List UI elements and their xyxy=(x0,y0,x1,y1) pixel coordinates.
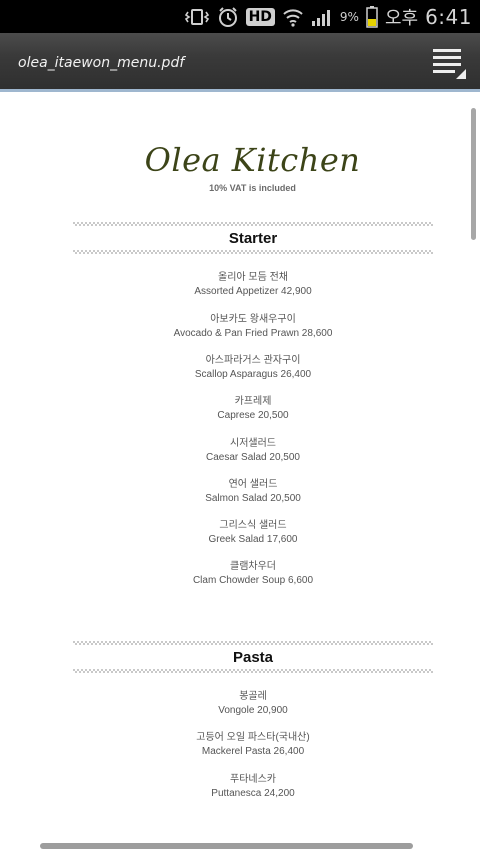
status-bar: HD 9% 오후 6:41 xyxy=(0,0,480,33)
menu-item-english: Vongole 20,900 xyxy=(218,705,288,716)
vibrate-icon xyxy=(184,7,210,27)
menu-item-korean: 연어 샐러드 xyxy=(228,479,278,490)
document-title: olea_itaewon_menu.pdf xyxy=(18,55,185,71)
menu-item: 봉골레 Vongole 20,900 xyxy=(73,690,433,718)
vertical-scrollbar[interactable] xyxy=(471,108,476,240)
section-title-pasta: Pasta xyxy=(232,649,274,666)
section-title-starter: Starter xyxy=(228,230,278,247)
alarm-icon xyxy=(217,6,239,28)
section-divider xyxy=(73,669,433,673)
menu-item-english: Assorted Appetizer 42,900 xyxy=(194,286,312,297)
restaurant-logo: Olea Kitchen xyxy=(144,141,361,179)
menu-item: 시저샐러드 Caesar Salad 20,500 xyxy=(73,437,433,465)
clock-ampm: 오후 xyxy=(384,7,419,29)
section-divider xyxy=(73,222,433,226)
menu-item: 카프레제 Caprese 20,500 xyxy=(73,395,433,423)
menu-item-english: Clam Chowder Soup 6,600 xyxy=(192,575,314,586)
battery-percentage: 9% xyxy=(339,9,359,24)
menu-item: 아보카도 왕새우구이 Avocado & Pan Fried Prawn 28,… xyxy=(73,313,433,341)
menu-item: 고등어 오일 파스타(국내산) Mackerel Pasta 26,400 xyxy=(73,731,433,759)
wifi-icon xyxy=(282,7,304,27)
menu-item-english: Puttanesca 24,200 xyxy=(211,788,295,799)
clock-time: 6:41 xyxy=(425,4,472,29)
menu-item: 클램차우더 Clam Chowder Soup 6,600 xyxy=(73,560,433,588)
menu-item: 그리스식 샐러드 Greek Salad 17,600 xyxy=(73,519,433,547)
menu-item-korean: 아스파라거스 관자구이 xyxy=(205,355,301,366)
menu-icon xyxy=(433,49,466,79)
menu-item-korean: 푸타네스카 xyxy=(230,774,276,785)
signal-icon xyxy=(311,7,333,27)
section-divider xyxy=(73,641,433,645)
menu-item-english: Scallop Asparagus 26,400 xyxy=(194,369,312,380)
menu-item: 올리아 모듬 전채 Assorted Appetizer 42,900 xyxy=(73,271,433,299)
menu-item-english: Mackerel Pasta 26,400 xyxy=(201,746,305,757)
menu-item-korean: 올리아 모듬 전채 xyxy=(218,272,288,283)
app-title-bar: olea_itaewon_menu.pdf xyxy=(0,33,480,92)
menu-item: 연어 샐러드 Salmon Salad 20,500 xyxy=(73,478,433,506)
menu-item-english: Caprese 20,500 xyxy=(217,410,289,421)
menu-item-korean: 시저샐러드 xyxy=(230,438,276,449)
menu-item-english: Salmon Salad 20,500 xyxy=(205,493,301,504)
menu-item-english: Avocado & Pan Fried Prawn 28,600 xyxy=(173,328,333,339)
battery-icon xyxy=(366,5,378,28)
menu-item-english: Greek Salad 17,600 xyxy=(208,534,298,545)
menu-item: 푸타네스카 Puttanesca 24,200 xyxy=(73,773,433,801)
vat-note: 10% VAT is included xyxy=(209,183,296,193)
menu-item-english: Caesar Salad 20,500 xyxy=(206,452,300,463)
menu-item-korean: 카프레제 xyxy=(234,396,272,407)
menu-item-korean: 그리스식 샐러드 xyxy=(219,520,287,531)
menu-item-korean: 클램차우더 xyxy=(230,561,276,572)
section-divider xyxy=(73,250,433,254)
menu-item-korean: 봉골레 xyxy=(239,691,267,702)
horizontal-scrollbar[interactable] xyxy=(40,843,413,849)
menu-button[interactable] xyxy=(430,47,468,81)
hd-voice-icon: HD xyxy=(245,7,275,26)
pdf-viewport[interactable]: Olea Kitchen 10% VAT is included Starter… xyxy=(0,95,480,853)
menu-item: 아스파라거스 관자구이 Scallop Asparagus 26,400 xyxy=(73,354,433,382)
menu-item-korean: 아보카도 왕새우구이 xyxy=(210,314,296,325)
menu-item-korean: 고등어 오일 파스타(국내산) xyxy=(196,732,310,743)
